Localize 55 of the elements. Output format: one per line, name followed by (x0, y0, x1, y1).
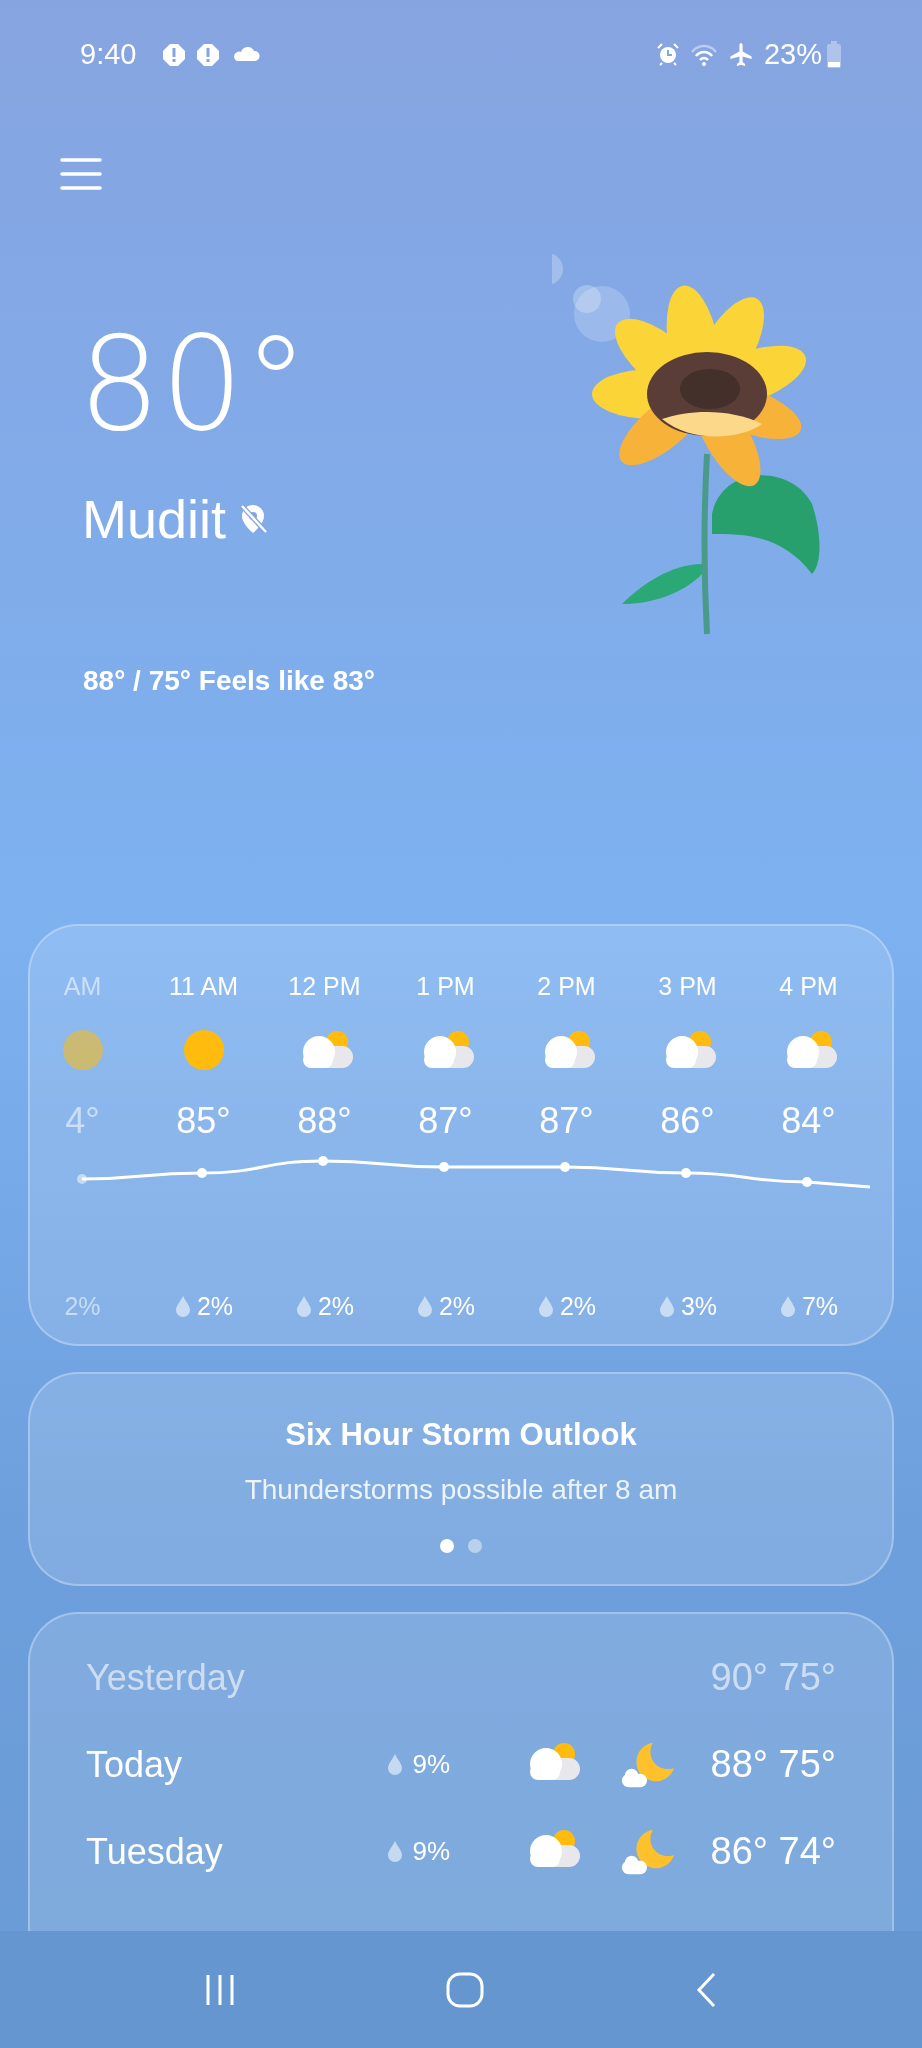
storm-outlook-title: Six Hour Storm Outlook (284, 1416, 638, 1454)
raindrop-icon (386, 1752, 405, 1777)
home-button[interactable] (445, 1970, 485, 2009)
hour-temperature: 86° (660, 1099, 715, 1143)
precipitation-chance: 9% (412, 1835, 450, 1868)
precipitation-chance: 2% (317, 1291, 355, 1322)
precipitation-chance: 2% (438, 1291, 476, 1322)
wifi-icon (689, 43, 718, 67)
hour-label: 4 PM (779, 971, 838, 1002)
page-indicator-dot[interactable] (468, 1538, 482, 1553)
high-low-temperature: 86° 74° (710, 1829, 836, 1874)
current-temperature: 80° (78, 319, 310, 449)
day-name: Yesterday (86, 1655, 246, 1700)
day-name: Tuesday (86, 1829, 224, 1874)
hour-temperature: 87° (539, 1099, 594, 1143)
alert-icon (162, 43, 187, 67)
precipitation-chance: 9% (412, 1748, 450, 1781)
storm-outlook-text: Thunderstorms possible after 8 am (243, 1472, 679, 1507)
battery-icon (826, 41, 842, 69)
alert-icon (196, 43, 221, 67)
hour-temperature: 88° (297, 1099, 352, 1143)
precipitation-chance: 2% (559, 1291, 597, 1322)
location-name: Mudiit (82, 488, 227, 551)
day-name: Today (86, 1742, 184, 1787)
precipitation-chance: 7% (801, 1291, 839, 1322)
clock-time: 9:40 (80, 37, 137, 73)
hour-label: 2 PM (537, 971, 596, 1002)
raindrop-icon (657, 1294, 676, 1319)
hour-label: AM (63, 971, 102, 1002)
battery-percent: 23% (763, 37, 822, 73)
precipitation-chance: 2% (196, 1291, 234, 1322)
hour-temperature: 85° (176, 1099, 231, 1143)
hour-label: 11 AM (169, 971, 238, 1002)
precipitation-chance: 3% (680, 1291, 718, 1322)
raindrop-icon (778, 1294, 797, 1319)
page-indicator-dot[interactable] (440, 1538, 454, 1553)
raindrop-icon (173, 1294, 192, 1319)
hour-temperature: 84° (781, 1099, 836, 1143)
sun-icon (60, 1028, 105, 1072)
hour-label: 1 PM (416, 971, 475, 1002)
temperature-summary: 88° / 75° Feels like 83° (83, 664, 376, 698)
hour-temperature: 87° (418, 1099, 473, 1143)
sun-icon (181, 1028, 226, 1072)
raindrop-icon (536, 1294, 555, 1319)
raindrop-icon (294, 1294, 313, 1319)
hour-label: 3 PM (658, 971, 717, 1002)
alarm-icon (655, 42, 680, 68)
precipitation-chance: 2% (64, 1291, 101, 1322)
raindrop-icon (386, 1839, 405, 1864)
high-low-temperature: 90° 75° (710, 1655, 836, 1700)
raindrop-icon (415, 1294, 434, 1319)
high-low-temperature: 88° 75° (710, 1742, 836, 1787)
hour-label: 12 PM (288, 971, 361, 1002)
airplane-icon (727, 42, 754, 68)
hour-temperature: 4° (65, 1099, 100, 1143)
